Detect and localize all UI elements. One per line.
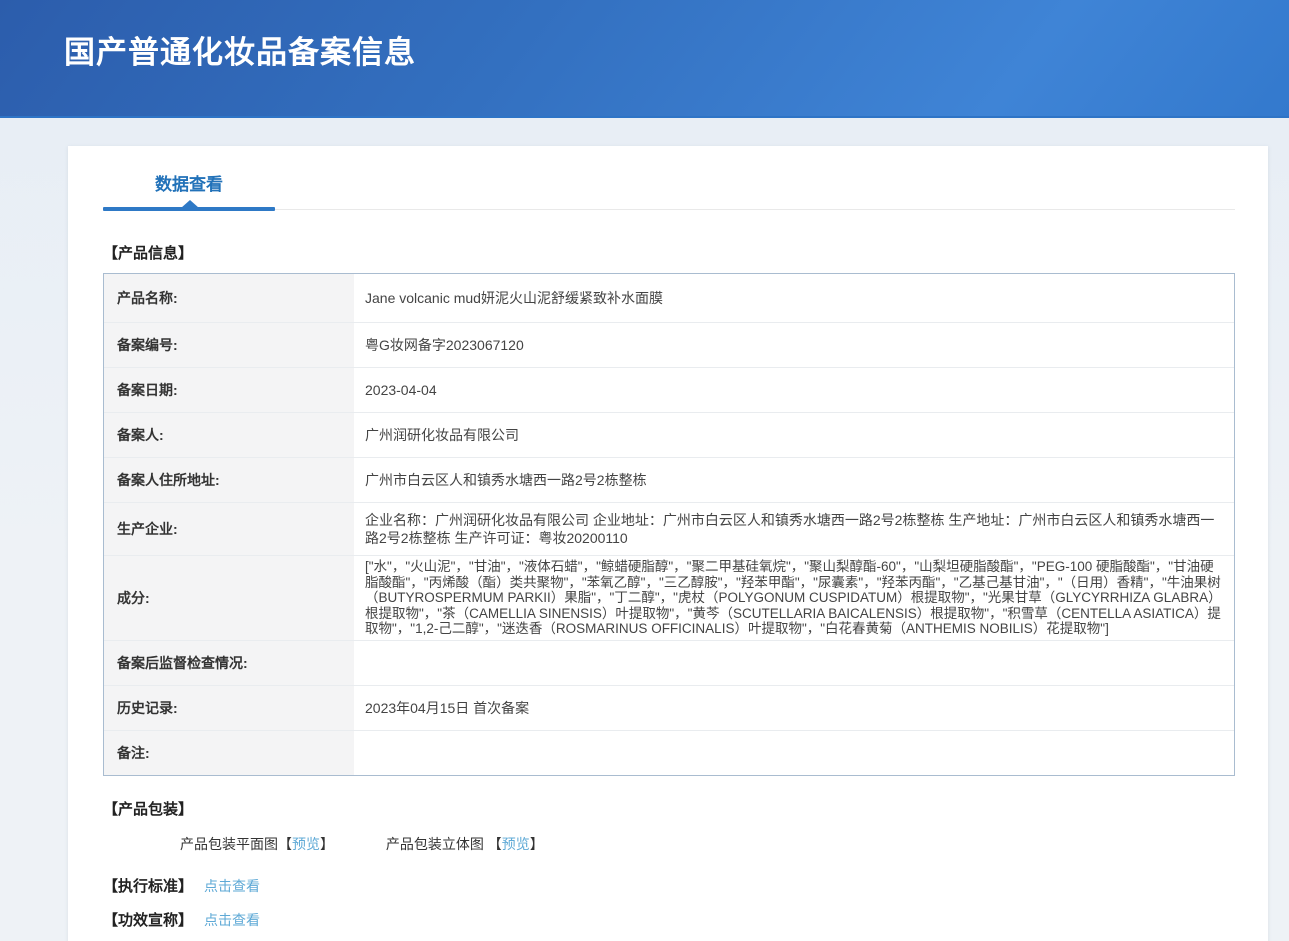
bracket-close: 】 <box>530 836 544 852</box>
table-row-ingredients: 成分: ["水"，"火山泥"，"甘油"，"液体石蜡"，"鲸蜡硬脂醇"，"聚二甲基… <box>104 556 1234 641</box>
exec-standard-row: 【执行标准】点击查看 <box>103 875 1235 896</box>
row-value: 企业名称：广州润研化妆品有限公司 企业地址：广州市白云区人和镇秀水塘西一路2号2… <box>354 503 1234 555</box>
row-value: 广州市白云区人和镇秀水塘西一路2号2栋整栋 <box>354 458 1234 502</box>
tab-divider <box>103 209 1235 210</box>
row-value: 粤G妆网备字2023067120 <box>354 323 1234 367</box>
section-title-exec-standard: 【执行标准】 <box>103 878 193 895</box>
table-row-product-name: 产品名称: Jane volcanic mud妍泥火山泥舒缓紧致补水面膜 <box>104 274 1234 323</box>
packaging-flat-view: 产品包装平面图【预览】 <box>180 836 338 852</box>
page-title: 国产普通化妆品备案信息 <box>0 0 1289 72</box>
row-value: 2023-04-04 <box>354 368 1234 412</box>
row-label: 备案日期: <box>104 368 354 412</box>
row-value: 2023年04月15日 首次备案 <box>354 686 1234 730</box>
tab-bar: 数据查看 <box>103 170 1235 210</box>
row-label: 成分: <box>104 556 354 640</box>
section-title-packaging: 【产品包装】 <box>103 798 1235 819</box>
row-label: 产品名称: <box>104 274 354 322</box>
row-value <box>354 731 1234 775</box>
row-label: 备案人: <box>104 413 354 457</box>
table-row-history: 历史记录: 2023年04月15日 首次备案 <box>104 686 1234 731</box>
exec-standard-view-link[interactable]: 点击查看 <box>204 878 260 894</box>
row-value <box>354 641 1234 685</box>
content-card: 数据查看 【产品信息】 产品名称: Jane volcanic mud妍泥火山泥… <box>68 146 1268 941</box>
row-value: Jane volcanic mud妍泥火山泥舒缓紧致补水面膜 <box>354 274 1234 322</box>
table-row-manufacturer: 生产企业: 企业名称：广州润研化妆品有限公司 企业地址：广州市白云区人和镇秀水塘… <box>104 503 1234 556</box>
bracket-open: 【 <box>488 836 502 852</box>
bracket-open: 【 <box>278 836 292 852</box>
row-value: 广州润研化妆品有限公司 <box>354 413 1234 457</box>
table-row-registration-date: 备案日期: 2023-04-04 <box>104 368 1234 413</box>
row-label: 备案人住所地址: <box>104 458 354 502</box>
row-label: 历史记录: <box>104 686 354 730</box>
packaging-3d-view: 产品包装立体图 【预览】 <box>386 836 544 852</box>
page-header: 国产普通化妆品备案信息 <box>0 0 1289 118</box>
tab-data-view-label: 数据查看 <box>155 175 223 194</box>
row-label: 备案编号: <box>104 323 354 367</box>
packaging-3d-label: 产品包装立体图 <box>386 836 488 852</box>
row-label: 生产企业: <box>104 503 354 555</box>
packaging-flat-label: 产品包装平面图 <box>180 836 278 852</box>
tab-active-pointer-icon <box>181 200 199 208</box>
table-row-registrant: 备案人: 广州润研化妆品有限公司 <box>104 413 1234 458</box>
table-row-remarks: 备注: <box>104 731 1234 775</box>
row-label: 备案后监督检查情况: <box>104 641 354 685</box>
packaging-links-row: 产品包装平面图【预览】 产品包装立体图 【预览】 <box>180 834 1235 854</box>
packaging-flat-preview-link[interactable]: 预览 <box>292 836 320 852</box>
row-label: 备注: <box>104 731 354 775</box>
packaging-3d-preview-link[interactable]: 预览 <box>502 836 530 852</box>
efficacy-view-link[interactable]: 点击查看 <box>204 912 260 928</box>
bracket-close: 】 <box>320 836 334 852</box>
product-info-table: 产品名称: Jane volcanic mud妍泥火山泥舒缓紧致补水面膜 备案编… <box>103 273 1235 776</box>
section-title-product-info: 【产品信息】 <box>103 242 1235 263</box>
table-row-registration-number: 备案编号: 粤G妆网备字2023067120 <box>104 323 1234 368</box>
table-row-post-registration-inspection: 备案后监督检查情况: <box>104 641 1234 686</box>
efficacy-claim-row: 【功效宣称】点击查看 <box>103 909 1235 930</box>
row-value: ["水"，"火山泥"，"甘油"，"液体石蜡"，"鲸蜡硬脂醇"，"聚二甲基硅氧烷"… <box>354 556 1234 640</box>
table-row-registrant-address: 备案人住所地址: 广州市白云区人和镇秀水塘西一路2号2栋整栋 <box>104 458 1234 503</box>
section-title-efficacy: 【功效宣称】 <box>103 912 193 929</box>
